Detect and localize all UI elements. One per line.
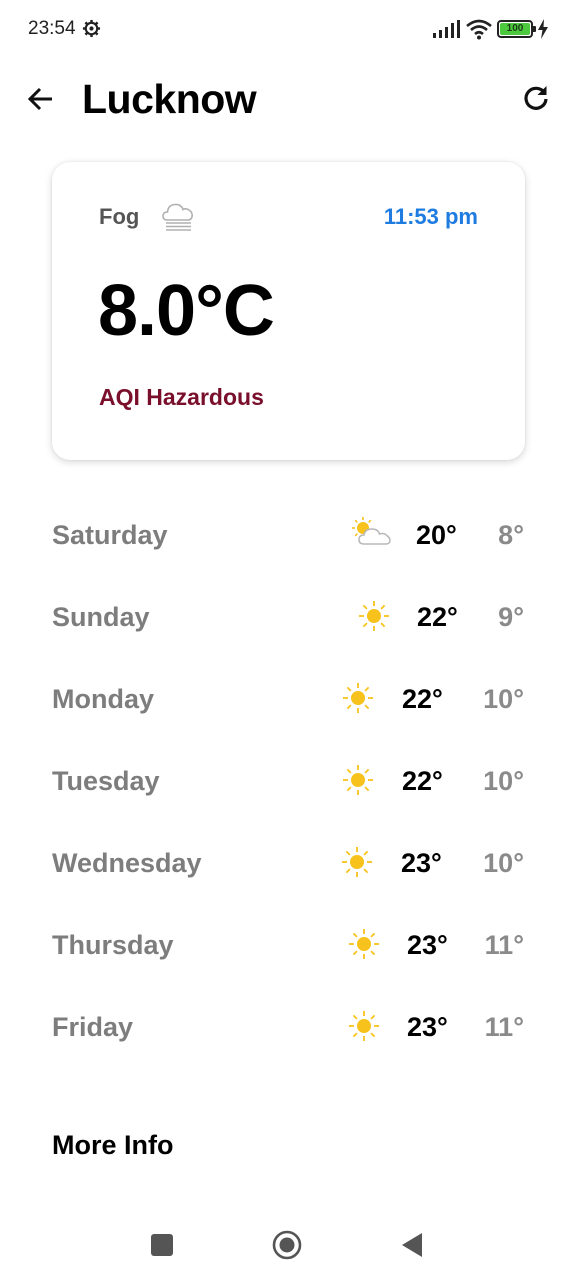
forecast-day: Saturday (52, 520, 168, 550)
forecast-low: 10° (483, 684, 524, 714)
battery-level: 100 (500, 23, 530, 35)
sun-icon (359, 601, 389, 631)
page-title: Lucknow (82, 76, 257, 122)
forecast-row: Monday 22° 10° (0, 660, 576, 742)
condition-label: Fog (99, 204, 140, 229)
aqi-status: AQI Hazardous (99, 384, 264, 410)
back-arrow-icon[interactable] (26, 84, 56, 114)
forecast-low: 11° (484, 930, 524, 960)
forecast-day: Sunday (52, 602, 150, 632)
partly-sunny-icon (352, 517, 391, 545)
settings-gear-icon (82, 19, 101, 38)
app-bar: Lucknow (0, 70, 576, 130)
sun-icon (349, 929, 379, 959)
forecast-high: 23° (407, 930, 448, 960)
more-info-link[interactable]: More Info (52, 1130, 174, 1161)
system-nav-bar (0, 1212, 576, 1280)
forecast-low: 9° (498, 602, 524, 632)
forecast-row: Tuesday 22° 10° (0, 742, 576, 824)
status-bar: 23:54 100 (0, 0, 576, 58)
sun-icon (342, 847, 372, 877)
current-weather-card: Fog 11:53 pm 8.0°C AQI Hazardous (52, 162, 525, 460)
current-time: 11:53 pm (383, 204, 478, 229)
current-temperature: 8.0°C (98, 271, 275, 351)
refresh-icon[interactable] (520, 82, 552, 114)
forecast-low: 10° (483, 766, 524, 796)
forecast-row: Saturday 20° 8° (0, 496, 576, 578)
charging-bolt-icon (538, 19, 548, 39)
forecast-low: 8° (498, 520, 524, 550)
forecast-row: Friday 23° 11° (0, 988, 576, 1070)
sun-icon (343, 765, 373, 795)
forecast-row: Sunday 22° 9° (0, 578, 576, 660)
forecast-high: 22° (402, 684, 443, 714)
forecast-high: 22° (402, 766, 443, 796)
forecast-high: 20° (416, 520, 457, 550)
cell-signal-icon (433, 20, 460, 38)
status-time: 23:54 (28, 18, 76, 39)
forecast-day: Monday (52, 684, 155, 714)
battery-icon: 100 (497, 20, 536, 38)
forecast-day: Friday (52, 1012, 134, 1042)
system-back-button[interactable] (400, 1232, 424, 1258)
sun-icon (349, 1011, 379, 1041)
sun-icon (343, 683, 373, 713)
forecast-row: Thursday 23° 11° (0, 906, 576, 988)
forecast-day: Wednesday (52, 848, 202, 878)
recents-button[interactable] (151, 1234, 173, 1256)
forecast-low: 11° (484, 1012, 524, 1042)
forecast-high: 23° (407, 1012, 448, 1042)
forecast-day: Tuesday (52, 766, 160, 796)
fog-icon (162, 203, 193, 231)
forecast-high: 23° (401, 848, 442, 878)
home-button[interactable] (272, 1230, 302, 1260)
forecast-low: 10° (483, 848, 524, 878)
forecast-day: Thursday (52, 930, 174, 960)
forecast-row: Wednesday 23° 10° (0, 824, 576, 906)
forecast-high: 22° (417, 602, 458, 632)
wifi-icon (466, 19, 492, 40)
